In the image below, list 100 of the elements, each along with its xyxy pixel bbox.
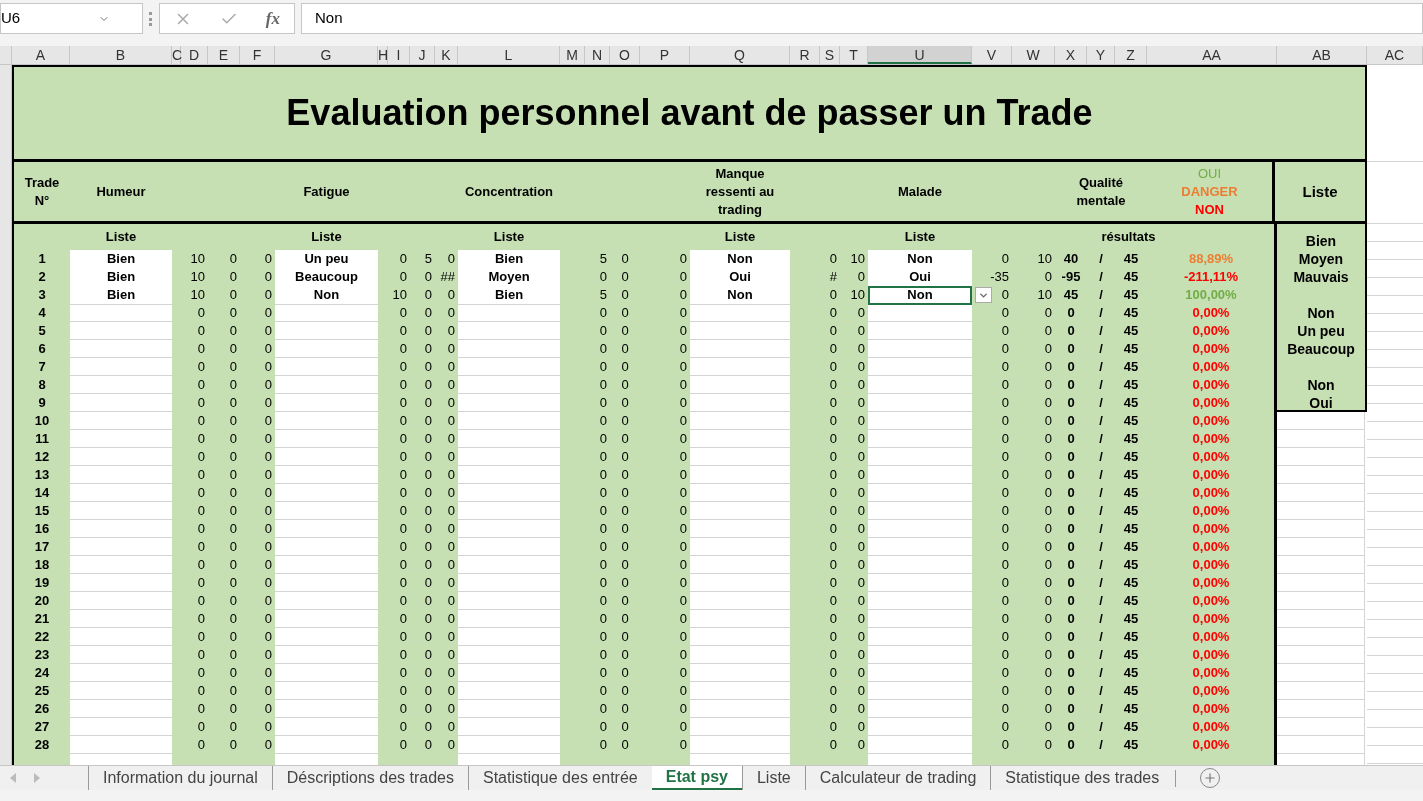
empty-cell[interactable] — [690, 556, 790, 574]
empty-cell[interactable] — [690, 538, 790, 556]
empty-cell[interactable] — [868, 502, 972, 520]
empty-cell[interactable] — [868, 754, 972, 766]
empty-cell[interactable] — [70, 412, 172, 430]
empty-cell[interactable] — [70, 718, 172, 736]
empty-cell[interactable] — [275, 520, 378, 538]
empty-cell[interactable] — [690, 466, 790, 484]
column-header[interactable]: O — [610, 46, 640, 64]
empty-cell[interactable] — [868, 322, 972, 340]
empty-cell[interactable] — [868, 574, 972, 592]
empty-cell[interactable] — [458, 394, 560, 412]
empty-cell[interactable] — [70, 700, 172, 718]
empty-cell[interactable] — [690, 736, 790, 754]
empty-cell[interactable] — [868, 646, 972, 664]
dropdown-button[interactable] — [975, 287, 992, 303]
empty-cell[interactable] — [868, 412, 972, 430]
column-header[interactable]: Q — [690, 46, 790, 64]
empty-cell[interactable] — [275, 574, 378, 592]
empty-cell[interactable] — [690, 412, 790, 430]
empty-cell[interactable] — [868, 358, 972, 376]
empty-cell[interactable] — [70, 322, 172, 340]
empty-cell[interactable] — [70, 340, 172, 358]
empty-cell[interactable] — [458, 484, 560, 502]
empty-cell[interactable] — [458, 628, 560, 646]
column-header[interactable]: L — [458, 46, 560, 64]
column-header[interactable]: J — [410, 46, 435, 64]
empty-cell[interactable] — [275, 466, 378, 484]
empty-cell[interactable] — [458, 592, 560, 610]
empty-cell[interactable] — [275, 358, 378, 376]
empty-cell[interactable] — [868, 682, 972, 700]
column-header[interactable]: B — [70, 46, 172, 64]
column-header[interactable]: W — [1012, 46, 1055, 64]
empty-cell[interactable] — [275, 754, 378, 766]
empty-cell[interactable] — [275, 394, 378, 412]
column-header[interactable]: M — [560, 46, 585, 64]
empty-cell[interactable] — [458, 322, 560, 340]
column-header[interactable]: N — [585, 46, 610, 64]
empty-cell[interactable] — [458, 430, 560, 448]
empty-cell[interactable] — [868, 394, 972, 412]
empty-cell[interactable] — [690, 610, 790, 628]
empty-cell[interactable] — [690, 718, 790, 736]
empty-cell[interactable] — [690, 646, 790, 664]
empty-cell[interactable] — [690, 628, 790, 646]
empty-cell[interactable] — [458, 664, 560, 682]
empty-cell[interactable] — [70, 736, 172, 754]
column-header[interactable]: U — [868, 46, 972, 64]
scroll-left-icon[interactable] — [10, 773, 16, 783]
empty-cell[interactable] — [868, 736, 972, 754]
empty-cell[interactable] — [868, 448, 972, 466]
empty-cell[interactable] — [275, 376, 378, 394]
empty-cell[interactable] — [70, 376, 172, 394]
empty-cell[interactable] — [690, 520, 790, 538]
empty-cell[interactable] — [275, 718, 378, 736]
empty-cell[interactable] — [868, 340, 972, 358]
empty-cell[interactable] — [275, 664, 378, 682]
empty-cell[interactable] — [868, 700, 972, 718]
empty-cell[interactable] — [458, 520, 560, 538]
empty-cell[interactable] — [458, 376, 560, 394]
empty-cell[interactable] — [690, 322, 790, 340]
empty-cell[interactable] — [690, 664, 790, 682]
empty-cell[interactable] — [690, 340, 790, 358]
empty-cell[interactable] — [275, 430, 378, 448]
empty-cell[interactable] — [70, 394, 172, 412]
column-header[interactable]: I — [388, 46, 410, 64]
empty-cell[interactable] — [70, 484, 172, 502]
empty-cell[interactable] — [70, 538, 172, 556]
column-header[interactable]: E — [208, 46, 240, 64]
empty-cell[interactable] — [868, 484, 972, 502]
column-header[interactable]: Y — [1087, 46, 1115, 64]
empty-cell[interactable] — [458, 682, 560, 700]
empty-cell[interactable] — [70, 592, 172, 610]
empty-cell[interactable] — [690, 394, 790, 412]
empty-cell[interactable] — [868, 610, 972, 628]
empty-cell[interactable] — [275, 682, 378, 700]
empty-cell[interactable] — [690, 700, 790, 718]
formula-field[interactable]: Non — [301, 3, 1423, 34]
empty-cell[interactable] — [690, 448, 790, 466]
empty-cell[interactable] — [458, 538, 560, 556]
empty-cell[interactable] — [868, 718, 972, 736]
empty-cell[interactable] — [868, 376, 972, 394]
empty-cell[interactable] — [458, 754, 560, 766]
column-header[interactable]: AA — [1147, 46, 1277, 64]
empty-cell[interactable] — [70, 754, 172, 766]
empty-cell[interactable] — [458, 358, 560, 376]
empty-cell[interactable] — [70, 502, 172, 520]
empty-cell[interactable] — [868, 628, 972, 646]
column-header[interactable]: K — [435, 46, 458, 64]
column-header[interactable]: Z — [1115, 46, 1147, 64]
empty-cell[interactable] — [458, 718, 560, 736]
empty-cell[interactable] — [70, 556, 172, 574]
empty-cell[interactable] — [70, 520, 172, 538]
empty-cell[interactable] — [275, 484, 378, 502]
column-header[interactable]: A — [12, 46, 70, 64]
empty-cell[interactable] — [275, 646, 378, 664]
empty-cell[interactable] — [868, 538, 972, 556]
column-header[interactable]: C — [172, 46, 181, 64]
empty-cell[interactable] — [70, 466, 172, 484]
empty-cell[interactable] — [275, 412, 378, 430]
column-header[interactable]: R — [790, 46, 820, 64]
